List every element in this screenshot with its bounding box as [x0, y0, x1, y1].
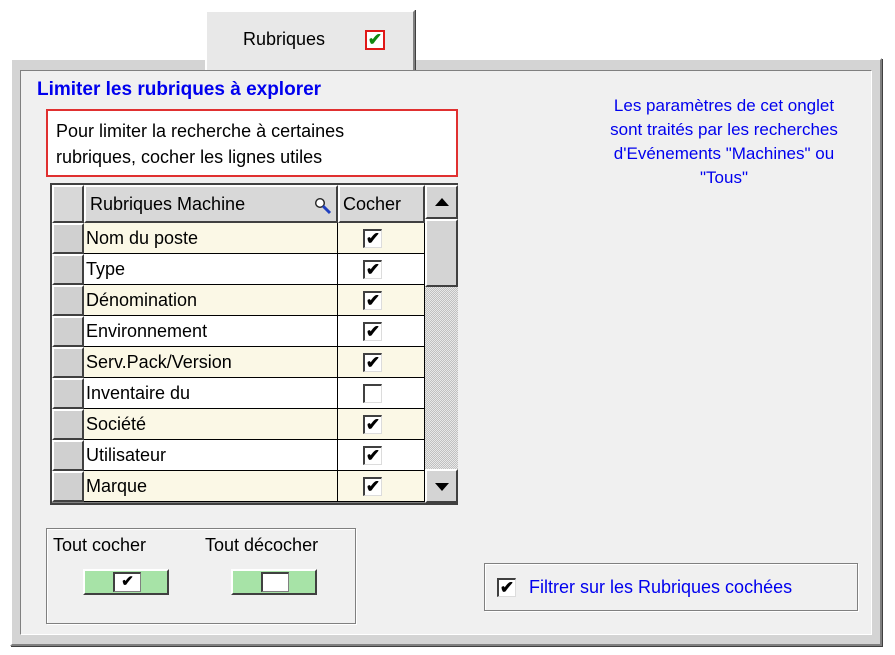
table-row-check-cell: ✔	[338, 409, 425, 440]
row-selector[interactable]	[52, 347, 84, 378]
row-checkbox[interactable]: ✔	[363, 260, 382, 279]
column-header-label: Rubriques Machine	[90, 194, 246, 214]
scroll-down-button[interactable]	[425, 469, 458, 503]
tab-rubriques[interactable]: Rubriques ✔	[205, 10, 415, 70]
hint-box: Pour limiter la recherche à certaines ru…	[46, 109, 458, 177]
table-row-check-cell: ✔	[338, 347, 425, 378]
table-row-name: Utilisateur	[84, 440, 338, 471]
filter-group: ✔ Filtrer sur les Rubriques cochées	[484, 563, 858, 611]
table-row-name: Serv.Pack/Version	[84, 347, 338, 378]
table-row-check-cell: ✔	[338, 440, 425, 471]
row-checkbox[interactable]: ✔	[363, 415, 382, 434]
row-selector[interactable]	[52, 254, 84, 285]
scroll-thumb[interactable]	[425, 219, 458, 287]
row-selector[interactable]	[52, 223, 84, 254]
row-checkbox[interactable]: ✔	[363, 322, 382, 341]
column-header-rubriques[interactable]: Rubriques Machine	[84, 185, 338, 223]
info-line-3: d'Evénements "Machines" ou	[613, 144, 835, 163]
header-corner	[52, 185, 84, 223]
arrow-down-icon	[435, 483, 449, 491]
check-all-switch[interactable]: ✔	[83, 569, 169, 595]
row-selector[interactable]	[52, 316, 84, 347]
table-row-check-cell: ✔	[338, 471, 425, 502]
info-line-1: Les paramètres de cet onglet	[613, 96, 835, 115]
column-header-label: Cocher	[343, 194, 402, 214]
tab-checkbox[interactable]: ✔	[365, 30, 385, 50]
table-row-check-cell: ✔	[338, 223, 425, 254]
row-selector[interactable]	[52, 471, 84, 502]
table-row-name: Dénomination	[84, 285, 338, 316]
row-selector[interactable]	[52, 378, 84, 409]
filter-label[interactable]: Filtrer sur les Rubriques cochées	[529, 577, 792, 598]
tab-label: Rubriques	[243, 29, 326, 49]
table-row-name: Nom du poste	[84, 223, 338, 254]
section-title: Limiter les rubriques à explorer	[37, 79, 322, 100]
uncheck-all-switch[interactable]	[231, 569, 317, 595]
table-row-name: Société	[84, 409, 338, 440]
hint-line-1: Pour limiter la recherche à certaines	[56, 121, 345, 141]
info-line-2: sont traités par les recherches	[610, 120, 838, 139]
info-text: Les paramètres de cet onglet sont traité…	[560, 94, 888, 190]
table-row-check-cell	[338, 378, 425, 409]
column-header-cocher[interactable]: Cocher	[338, 185, 425, 223]
row-checkbox[interactable]	[363, 384, 382, 403]
row-checkbox[interactable]: ✔	[363, 291, 382, 310]
uncheck-all-label: Tout décocher	[205, 535, 319, 555]
arrow-up-icon	[435, 198, 449, 206]
vertical-scrollbar[interactable]	[425, 185, 458, 503]
table-row-check-cell: ✔	[338, 254, 425, 285]
toggle-group: Tout cocher Tout décocher ✔	[46, 528, 356, 624]
info-line-4: "Tous"	[700, 168, 748, 187]
row-checkbox[interactable]: ✔	[363, 229, 382, 248]
table-row-name: Type	[84, 254, 338, 285]
table-row-name: Inventaire du	[84, 378, 338, 409]
row-selector[interactable]	[52, 440, 84, 471]
row-selector[interactable]	[52, 285, 84, 316]
row-checkbox[interactable]: ✔	[363, 477, 382, 496]
table-row-name: Environnement	[84, 316, 338, 347]
filter-checkbox[interactable]: ✔	[497, 578, 516, 597]
row-checkbox[interactable]: ✔	[363, 353, 382, 372]
check-all-label: Tout cocher	[53, 535, 147, 555]
rubriques-table: Rubriques Machine Cocher Nom du poste ✔ Ty…	[50, 183, 458, 505]
check-mark-icon: ✔	[113, 572, 141, 592]
scroll-up-button[interactable]	[425, 185, 458, 219]
table-row-name: Marque	[84, 471, 338, 502]
row-checkbox[interactable]: ✔	[363, 446, 382, 465]
row-selector[interactable]	[52, 409, 84, 440]
hint-line-2: rubriques, cocher les lignes utiles	[56, 147, 323, 167]
empty-knob-icon	[261, 572, 289, 592]
table-row-check-cell: ✔	[338, 285, 425, 316]
table-row-check-cell: ✔	[338, 316, 425, 347]
search-icon[interactable]	[314, 197, 332, 215]
